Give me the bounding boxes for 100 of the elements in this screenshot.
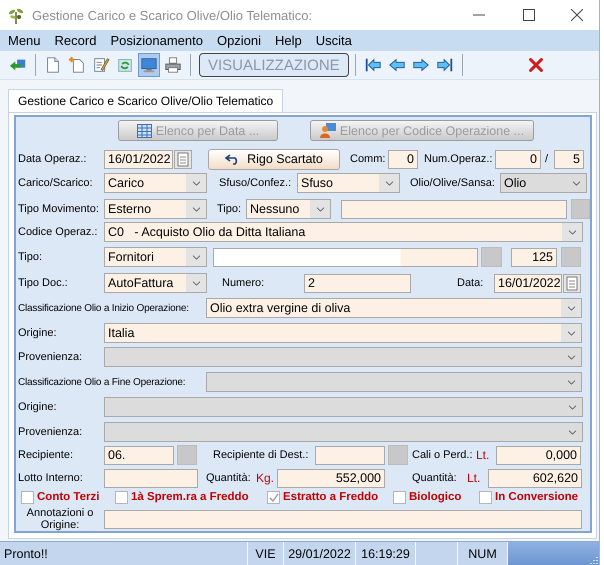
field-label: Comm: xyxy=(350,153,386,165)
toolbar-button[interactable] xyxy=(138,53,160,77)
field-label: Carico/Scarico: xyxy=(18,177,93,189)
unit-label: Lt. xyxy=(467,471,480,485)
field-label: Sfuso/Confez.: xyxy=(219,177,292,189)
field-label: Lotto Interno: xyxy=(18,472,83,484)
checkbox[interactable] xyxy=(115,491,128,504)
unit-label: Kg. xyxy=(256,471,274,485)
checkbox[interactable] xyxy=(267,491,280,504)
field-label: Numero: xyxy=(222,277,264,289)
field-label: Origine: xyxy=(18,401,57,413)
checkbox[interactable] xyxy=(479,491,492,504)
discard-button[interactable]: Rigo Scartato xyxy=(208,148,340,170)
input-field[interactable] xyxy=(315,446,385,464)
notes-field[interactable] xyxy=(104,510,582,528)
chevron-icon xyxy=(186,248,206,266)
field-label: Provenienza: xyxy=(18,351,82,363)
date-field[interactable]: 16/01/2022 xyxy=(104,150,173,168)
checkbox-label: Biologico xyxy=(409,490,462,505)
previous-arrow-icon xyxy=(388,56,406,74)
field-label: Classificazione Olio a Inizio Operazione: xyxy=(18,302,189,314)
menu-item[interactable]: Opzioni xyxy=(212,31,266,50)
input-field[interactable]: 06. xyxy=(104,446,174,464)
menu-item[interactable]: Posizionamento xyxy=(105,31,208,50)
menu-item[interactable]: Record xyxy=(50,31,102,50)
first-record-icon xyxy=(364,56,382,74)
status-day: VIE xyxy=(248,542,284,565)
field-label: Annotazioni o Origine: xyxy=(26,507,94,531)
unit-label: Lt. xyxy=(476,448,490,462)
dropdown[interactable]: Esterno xyxy=(104,199,207,219)
field-label: Recipiente: xyxy=(18,449,74,461)
refresh-icon xyxy=(116,56,134,74)
chevron-icon xyxy=(561,299,581,317)
field-label: Codice Operaz.: xyxy=(18,226,98,238)
dropdown[interactable]: Olio extra vergine di oliva xyxy=(206,298,582,318)
field-label: Tipo Doc.: xyxy=(18,277,68,289)
dropdown[interactable]: AutoFattura xyxy=(104,273,207,293)
chevron-icon xyxy=(379,174,399,192)
olive-plant-icon xyxy=(8,6,24,24)
dropdown[interactable]: Nessuno xyxy=(246,199,331,219)
resize-grip-icon[interactable] xyxy=(589,555,599,565)
input-field[interactable] xyxy=(104,468,198,488)
field-label: Data: xyxy=(457,277,484,289)
field-label: Cali o Perd.: xyxy=(412,449,473,461)
next-arrow-icon xyxy=(412,56,430,74)
input-field[interactable] xyxy=(213,248,478,266)
dropdown[interactable]: Fornitori xyxy=(104,247,207,267)
number-field[interactable]: 0 xyxy=(388,150,418,168)
last-record-icon xyxy=(436,56,454,74)
chevron-icon xyxy=(310,200,330,218)
field-label: Recipiente di Dest.: xyxy=(213,449,308,461)
close-icon[interactable] xyxy=(571,9,583,21)
field-label: Quantità: xyxy=(206,472,251,484)
checkbox-label: 1à Sprem.ra a Freddo xyxy=(131,490,249,505)
dropdown[interactable]: Sfuso xyxy=(297,173,400,193)
date-field[interactable]: 16/01/2022 xyxy=(494,274,562,292)
dropdown[interactable]: C0 - Acquisto Olio da Ditta Italiana xyxy=(104,222,583,242)
field-label: Quantità: xyxy=(412,472,457,484)
menu-item[interactable]: Uscita xyxy=(310,31,357,50)
checkbox[interactable] xyxy=(21,491,34,504)
status-time: 16:19:29 xyxy=(356,542,416,565)
status-date: 29/01/2022 xyxy=(284,542,356,565)
monitor-icon xyxy=(140,56,158,74)
maximize-icon[interactable] xyxy=(523,9,535,21)
field-label: Tipo: xyxy=(18,251,42,263)
field-label: Tipo: xyxy=(217,203,242,215)
number-field[interactable]: 602,620 xyxy=(488,468,582,488)
dropdown[interactable]: Italia xyxy=(104,323,582,343)
menu-item[interactable]: Menu xyxy=(3,31,46,50)
input-field[interactable]: 2 xyxy=(304,274,411,292)
tab[interactable]: Gestione Carico e Scarico Olive/Olio Telematico xyxy=(8,89,284,112)
number-field[interactable]: 5 xyxy=(554,150,584,168)
printer-icon xyxy=(164,56,182,74)
menu-item[interactable]: Help xyxy=(270,31,307,50)
number-field[interactable]: 125 xyxy=(511,248,557,266)
field-label: Provenienza: xyxy=(18,426,82,438)
number-field[interactable]: 0 xyxy=(495,150,541,168)
field-label: Olio/Olive/Sansa: xyxy=(410,177,495,189)
field-label: / xyxy=(545,153,548,165)
number-field[interactable]: 0,000 xyxy=(496,446,581,464)
chevron-icon xyxy=(186,200,206,218)
chevron-icon xyxy=(562,223,582,241)
mode-indicator: VISUALIZZAZIONE xyxy=(199,53,349,77)
field-label: Origine: xyxy=(18,327,57,339)
checkbox-label: Conto Terzi xyxy=(37,490,100,505)
edit-icon xyxy=(92,56,110,74)
field-label: Data Operaz.: xyxy=(18,153,86,165)
number-field[interactable]: 552,000 xyxy=(277,468,385,488)
table-icon xyxy=(136,124,152,138)
checkbox-label: Estratto a Freddo xyxy=(283,490,378,505)
dropdown[interactable]: Carico xyxy=(104,173,207,193)
calendar-icon[interactable] xyxy=(563,274,581,292)
chevron-icon xyxy=(561,324,581,342)
checkbox[interactable] xyxy=(393,491,406,504)
user-icon xyxy=(320,123,336,138)
chevron-icon xyxy=(186,274,206,292)
new-document-icon xyxy=(68,56,86,74)
calendar-icon[interactable] xyxy=(174,150,192,168)
window-title: Gestione Carico e Scarico Olive/Olio Telematico: xyxy=(32,8,314,22)
input-field[interactable] xyxy=(341,200,567,218)
